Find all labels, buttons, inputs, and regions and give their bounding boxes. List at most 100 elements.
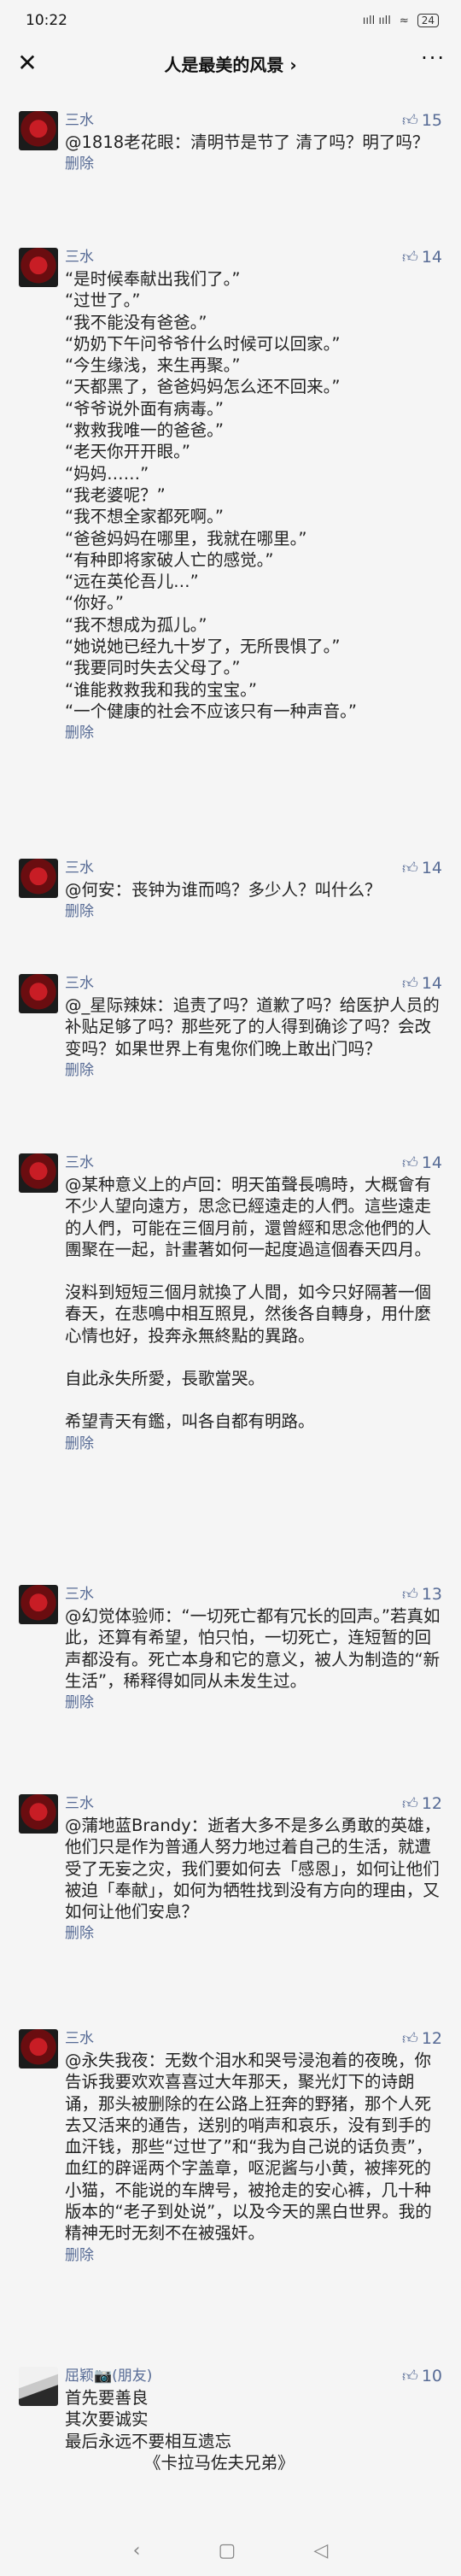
like-count: 15 [421, 111, 442, 130]
comment-item: 三水 👍︎ 14 @某种意义上的卢回：明天笛聲長鳴時，大概會有不少人望向遠方，思念已經… [0, 1153, 461, 1453]
comment-paragraph: 希望青天有鑑，叫各自都有明路。 [65, 1411, 315, 1432]
thumbs-up-icon: 👍︎ [402, 975, 418, 993]
comment-paragraph: @1818老花眼：清明节是节了 清了吗？明了吗？ [65, 132, 429, 152]
back-nav-icon[interactable]: ‹ [133, 2540, 141, 2561]
comment-author[interactable]: 三水 [65, 1585, 442, 1604]
delete-link[interactable]: 删除 [65, 1924, 442, 1943]
comment-paragraph: 首先要善良 其次要诚实 最后永远不要相互遗忘 《卡拉马佐夫兄弟》 [65, 2388, 295, 2473]
comment-paragraph: @某种意义上的卢回：明天笛聲長鳴時，大概會有不少人望向遠方，思念已經遠走的人們。… [65, 1175, 432, 1259]
like-button[interactable]: 👍︎ 14 [402, 1153, 442, 1172]
delete-link[interactable]: 删除 [65, 902, 442, 921]
like-button[interactable]: 👍︎ 14 [402, 974, 442, 993]
like-button[interactable]: 👍︎ 13 [402, 1585, 442, 1604]
thumbs-up-icon: 👍︎ [402, 249, 418, 267]
like-count: 14 [421, 248, 442, 267]
comment-paragraph: @蒲地蓝Brandy：逝者大多不是多么勇敢的英雄，他们只是作为普通人努力地过着自… [65, 1816, 441, 1922]
thumbs-up-icon: 👍︎ [402, 112, 418, 130]
like-button[interactable]: 👍︎ 12 [402, 2029, 442, 2048]
comment-body: @_星际辣妹：追责了吗？道歉了吗？给医护人员的补贴足够了吗？那些死了的人得到确诊… [65, 995, 442, 1059]
thumbs-up-icon: 👍︎ [402, 1586, 418, 1604]
battery-icon: 24 [417, 14, 439, 27]
comment-body: 首先要善良 其次要诚实 最后永远不要相互遗忘 《卡拉马佐夫兄弟》 [65, 2387, 442, 2473]
avatar[interactable] [19, 1585, 58, 1624]
avatar[interactable] [19, 248, 58, 287]
thumbs-up-icon: 👍︎ [402, 2368, 418, 2385]
thumbs-up-icon: 👍︎ [402, 1795, 418, 1813]
comment-paragraph: 自此永失所愛，長歌當哭。 [65, 1369, 266, 1389]
avatar[interactable] [19, 1153, 58, 1193]
avatar[interactable] [19, 859, 58, 898]
comment-author[interactable]: 三水 [65, 248, 442, 267]
comment-body: “是时候奉献出我们了。” “过世了。” “我不能没有爸爸。” “奶奶下午问爷爷什… [65, 268, 442, 722]
delete-link[interactable]: 删除 [65, 724, 442, 742]
comment-author[interactable]: 三水 [65, 2029, 442, 2048]
page-title[interactable]: 人是最美的风景 › [164, 51, 296, 76]
like-count: 14 [421, 1153, 442, 1172]
like-button[interactable]: 👍︎ 14 [402, 248, 442, 267]
comment-item: 三水 👍︎ 13 @幻觉体验师：“一切死亡都有冗长的回声。”若真如此，还算有希望，怕只… [0, 1585, 461, 1712]
like-button[interactable]: 👍︎ 10 [402, 2367, 442, 2385]
like-count: 12 [421, 1794, 442, 1813]
comment-paragraph: @_星际辣妹：追责了吗？道歉了吗？给医护人员的补贴足够了吗？那些死了的人得到确诊… [65, 995, 440, 1059]
like-button[interactable]: 👍︎ 15 [402, 111, 442, 130]
status-icons: ııll ııll ≈ 24 [363, 14, 439, 27]
avatar[interactable] [19, 974, 58, 1013]
thumbs-up-icon: 👍︎ [402, 2030, 418, 2048]
comment-paragraph: “是时候奉献出我们了。” “过世了。” “我不能没有爸爸。” “奶奶下午问爷爷什… [65, 269, 357, 721]
like-count: 14 [421, 974, 442, 993]
comment-body: @幻觉体验师：“一切死亡都有冗长的回声。”若真如此，还算有希望，怕只怕，一切死亡… [65, 1605, 442, 1692]
comment-item: 三水 👍︎ 14 @何安：丧钟为谁而鸣？多少人？叫什么？ 删除 [0, 859, 461, 921]
comment-body: @某种意义上的卢回：明天笛聲長鳴時，大概會有不少人望向遠方，思念已經遠走的人們。… [65, 1174, 442, 1433]
comment-author[interactable]: 三水 [65, 111, 442, 130]
like-button[interactable]: 👍︎ 12 [402, 1794, 442, 1813]
wifi-icon: ≈ [399, 14, 409, 27]
comment-item: 三水 👍︎ 12 @蒲地蓝Brandy：逝者大多不是多么勇敢的英雄，他们只是作为普通人… [0, 1794, 461, 1943]
avatar[interactable] [19, 2367, 58, 2406]
comment-paragraph: @幻觉体验师：“一切死亡都有冗长的回声。”若真如此，还算有希望，怕只怕，一切死亡… [65, 1606, 441, 1691]
comment-item: 三水 👍︎ 14 @_星际辣妹：追责了吗？道歉了吗？给医护人员的补贴足够了吗？那些死了… [0, 974, 461, 1080]
comment-author[interactable]: 屈颖📷(朋友) [65, 2367, 442, 2385]
system-nav-bar: ‹ ▢ ◁ [0, 2525, 461, 2576]
comment-paragraph: @永失我夜：无数个泪水和哭号浸泡着的夜晚，你告诉我要欢欢喜喜过大年那天，聚光灯下… [65, 2051, 433, 2244]
home-nav-icon[interactable]: ▢ [219, 2540, 236, 2561]
comment-author[interactable]: 三水 [65, 974, 442, 993]
comment-body: @1818老花眼：清明节是节了 清了吗？明了吗？ [65, 132, 442, 153]
delete-link[interactable]: 删除 [65, 2246, 442, 2265]
close-icon[interactable]: ✕ [12, 48, 43, 79]
like-count: 10 [421, 2367, 442, 2385]
delete-link[interactable]: 删除 [65, 1435, 442, 1453]
comment-paragraph: 沒料到短短三個月就換了人間，如今只好隔著一個春天，在悲鳴中相互照見，然後各自轉身… [65, 1282, 432, 1346]
avatar[interactable] [19, 2029, 58, 2068]
like-count: 13 [421, 1585, 442, 1604]
like-button[interactable]: 👍︎ 14 [402, 859, 442, 877]
comment-item: 三水 👍︎ 12 @永失我夜：无数个泪水和哭号浸泡着的夜晚，你告诉我要欢欢喜喜过大年那… [0, 2029, 461, 2265]
like-count: 12 [421, 2029, 442, 2048]
comment-author[interactable]: 三水 [65, 1794, 442, 1813]
avatar[interactable] [19, 111, 58, 150]
comment-item: 屈颖📷(朋友) 👍︎ 10 首先要善良 其次要诚实 最后永远不要相互遗忘 《卡拉马佐夫… [0, 2367, 461, 2473]
delete-link[interactable]: 删除 [65, 155, 442, 173]
more-icon[interactable]: ··· [421, 46, 446, 70]
status-bar: 10:22 ııll ııll ≈ 24 [0, 0, 461, 41]
comment-item: 三水 👍︎ 15 @1818老花眼：清明节是节了 清了吗？明了吗？ 删除 [0, 111, 461, 173]
comment-paragraph: @何安：丧钟为谁而鸣？多少人？叫什么？ [65, 880, 382, 900]
thumbs-up-icon: 👍︎ [402, 860, 418, 877]
thumbs-up-icon: 👍︎ [402, 1154, 418, 1172]
comment-body: @蒲地蓝Brandy：逝者大多不是多么勇敢的英雄，他们只是作为普通人努力地过着自… [65, 1815, 442, 1922]
signal-icon: ııll ııll [362, 14, 391, 27]
comment-body: @永失我夜：无数个泪水和哭号浸泡着的夜晚，你告诉我要欢欢喜喜过大年那天，聚光灯下… [65, 2050, 442, 2244]
status-time: 10:22 [26, 12, 67, 29]
comment-item: 三水 👍︎ 14 “是时候奉献出我们了。” “过世了。” “我不能没有爸爸。” “奶奶… [0, 248, 461, 742]
avatar[interactable] [19, 1794, 58, 1834]
recent-nav-icon[interactable]: ◁ [314, 2540, 329, 2561]
title-bar: ✕ 人是最美的风景 › ··· [0, 41, 461, 85]
comment-body: @何安：丧钟为谁而鸣？多少人？叫什么？ [65, 879, 442, 901]
like-count: 14 [421, 859, 442, 877]
comment-author[interactable]: 三水 [65, 1153, 442, 1172]
delete-link[interactable]: 删除 [65, 1693, 442, 1712]
delete-link[interactable]: 删除 [65, 1061, 442, 1080]
comment-author[interactable]: 三水 [65, 859, 442, 877]
